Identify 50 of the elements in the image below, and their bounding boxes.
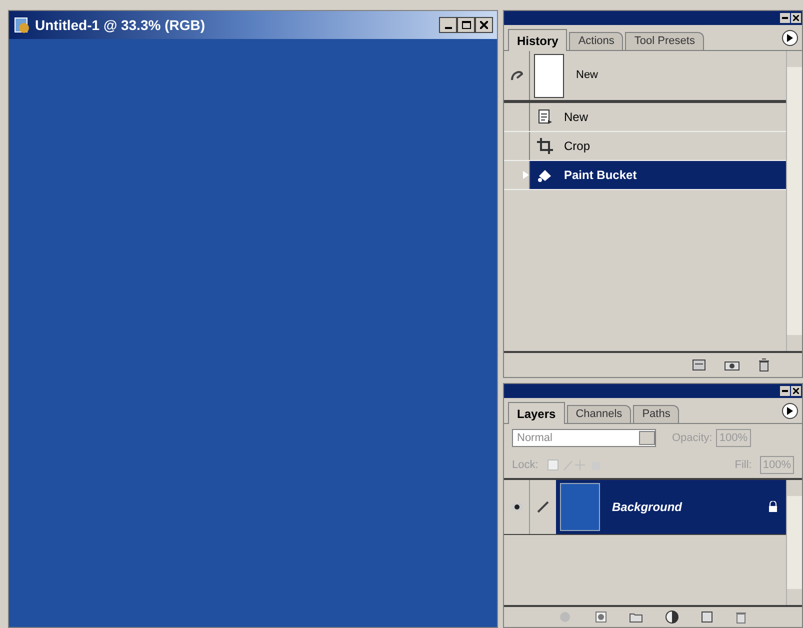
trash-icon[interactable]: [735, 610, 747, 624]
panel-tab[interactable]: Paths: [633, 405, 680, 423]
snapshot-thumbnail: [534, 54, 564, 98]
new-document-icon[interactable]: [692, 359, 706, 371]
snapshot-label: New: [576, 68, 598, 84]
minimize-button[interactable]: [439, 17, 457, 33]
blend-mode-dropdown[interactable]: Normal: [512, 429, 656, 447]
adjustment-layer-icon[interactable]: [665, 610, 679, 624]
layer-name: Background: [612, 499, 684, 516]
panel-menu-button[interactable]: [782, 30, 798, 46]
opacity-label: Opacity:: [672, 430, 712, 446]
maximize-button[interactable]: [457, 17, 475, 33]
play-icon: [787, 34, 793, 42]
document-icon: [537, 109, 553, 125]
history-step[interactable]: New: [504, 103, 786, 132]
lock-label: Lock:: [512, 458, 538, 473]
document-icon: [13, 16, 31, 34]
panel-tab[interactable]: Tool Presets: [625, 32, 704, 50]
close-button[interactable]: [791, 13, 801, 23]
current-state-arrow-icon: [523, 171, 529, 179]
step-label: Crop: [564, 138, 590, 155]
close-icon: [480, 21, 488, 29]
panel-tab[interactable]: History: [508, 29, 568, 51]
folder-icon[interactable]: [629, 611, 643, 623]
close-icon: [793, 15, 799, 21]
crop-icon: [537, 138, 553, 154]
layer-thumbnail: [560, 483, 600, 531]
minimize-button[interactable]: [780, 13, 790, 23]
step-label: Paint Bucket: [564, 167, 637, 184]
close-icon: [793, 388, 799, 394]
panel-tab[interactable]: Channels: [566, 405, 632, 423]
history-step[interactable]: Paint Bucket: [504, 161, 786, 190]
trash-icon[interactable]: [758, 358, 770, 372]
mask-icon[interactable]: [595, 611, 607, 623]
new-layer-icon[interactable]: [701, 611, 713, 623]
camera-icon[interactable]: [724, 359, 740, 371]
step-label: New: [564, 109, 588, 126]
panel-tab[interactable]: Actions: [569, 32, 624, 50]
layer-row[interactable]: Background: [504, 480, 786, 535]
minimize-button[interactable]: [780, 386, 790, 396]
play-icon: [787, 407, 793, 415]
panel-tab[interactable]: Layers: [508, 402, 565, 424]
panel-menu-button[interactable]: [782, 403, 798, 419]
fill-label: Fill:: [734, 458, 752, 473]
close-button[interactable]: [791, 386, 801, 396]
brush-icon: [536, 500, 550, 514]
close-button[interactable]: [475, 17, 493, 33]
eye-icon[interactable]: [510, 502, 524, 512]
window-title: Untitled-1 @ 33.3% (RGB): [35, 16, 206, 35]
paint-bucket-icon: [537, 167, 553, 183]
